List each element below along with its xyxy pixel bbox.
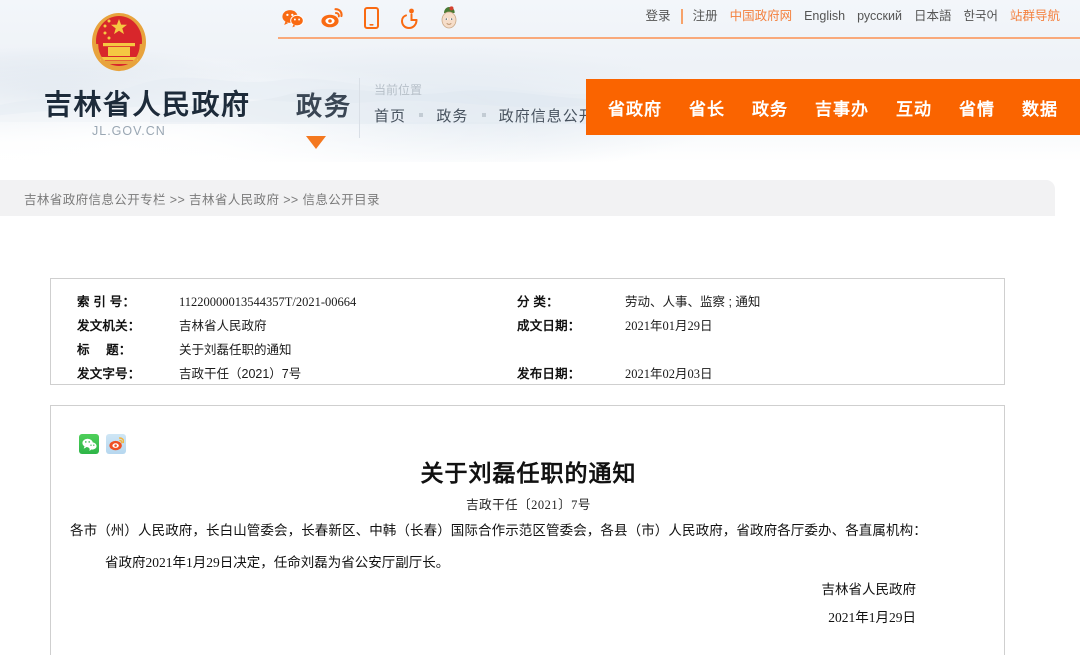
metadata-value-document-number: 吉政干任（2021）7号 — [179, 367, 302, 381]
chevron-down-icon[interactable] — [306, 136, 326, 149]
document-metadata-card: 索 引 号： 11220000013544357T/2021-00664 分 类… — [50, 278, 1005, 385]
share-buttons — [79, 434, 126, 454]
current-location: 当前位置 首页 政务 政府信息公开 — [374, 82, 595, 126]
utility-bar: 登录 注册 中国政府网 English русский 日本語 한국어 站群导航 — [0, 0, 1080, 39]
site-domain: JL.GOV.CN — [92, 124, 166, 138]
share-weibo-icon[interactable] — [106, 434, 126, 454]
header-vertical-divider — [359, 78, 360, 138]
document-body-card: 关于刘磊任职的通知 吉政干任〔2021〕7号 各市（州）人民政府，长白山管委会，… — [50, 405, 1005, 655]
china-gov-link[interactable]: 中国政府网 — [724, 7, 799, 25]
mobile-icon[interactable] — [360, 6, 382, 30]
metadata-value-title: 关于刘磊任职的通知 — [179, 343, 292, 357]
accessibility-icon[interactable] — [399, 6, 421, 30]
metadata-value-index: 11220000013544357T/2021-00664 — [179, 295, 357, 309]
document-signature: 吉林省人民政府 2021年1月29日 — [822, 576, 917, 632]
document-paragraph-body: 省政府2021年1月29日决定，任命刘磊为省公安厅副厅长。 — [105, 555, 450, 570]
signature-date: 2021年1月29日 — [828, 610, 916, 625]
metadata-value-empty — [625, 340, 977, 361]
login-link[interactable]: 登录 — [640, 7, 677, 25]
utility-links: 登录 注册 中国政府网 English русский 日本語 한국어 站群导航 — [640, 7, 1066, 25]
current-location-label: 当前位置 — [374, 83, 423, 97]
site-navigation-link[interactable]: 站群导航 — [1004, 7, 1066, 25]
nav-item-province-info[interactable]: 省情 — [959, 95, 995, 120]
document-paragraph-recipients: 各市（州）人民政府，长白山管委会，长春新区、中韩（长春）国际合作示范区管委会，各… — [70, 523, 927, 538]
breadcrumb-item-home[interactable]: 首页 — [374, 108, 406, 125]
metadata-key-written-date: 成文日期： — [517, 319, 581, 333]
metadata-key-publish-date: 发布日期： — [517, 367, 581, 381]
breadcrumb-separator-icon — [481, 113, 486, 118]
breadcrumb-item-disclosure[interactable]: 政府信息公开 — [499, 108, 595, 125]
nav-item-governor[interactable]: 省长 — [689, 95, 725, 120]
nav-item-data[interactable]: 数据 — [1022, 95, 1058, 120]
link-separator — [680, 8, 683, 24]
lang-english-link[interactable]: English — [798, 7, 851, 25]
share-wechat-icon[interactable] — [79, 434, 99, 454]
site-header: 登录 注册 中国政府网 English русский 日本語 한국어 站群导航… — [0, 0, 1080, 162]
signature-organization: 吉林省人民政府 — [821, 582, 917, 597]
metadata-key-empty — [517, 340, 625, 361]
nav-item-government-affairs[interactable]: 政务 — [752, 95, 788, 120]
main-navigation: 省政府 省长 政务 吉事办 互动 省情 数据 — [586, 79, 1080, 135]
breadcrumb-item-zhengwu[interactable]: 政务 — [436, 108, 468, 125]
metadata-key-category: 分 类： — [517, 295, 559, 309]
lang-russian-link[interactable]: русский — [851, 7, 908, 25]
site-title: 吉林省人民政府 — [44, 89, 251, 120]
national-emblem-icon — [92, 13, 146, 72]
section-title-zhengwu[interactable]: 政务 — [296, 86, 352, 123]
document-title: 关于刘磊任职的通知 — [420, 461, 637, 486]
metadata-key-title: 标 题： — [77, 343, 132, 357]
metadata-key-document-number: 发文字号： — [77, 367, 141, 381]
metadata-grid: 索 引 号： 11220000013544357T/2021-00664 分 类… — [77, 292, 977, 385]
disclosure-breadcrumb-bar: 吉林省政府信息公开专栏 >> 吉林省人民政府 >> 信息公开目录 — [0, 180, 1055, 216]
metadata-value-publish-date: 2021年02月03日 — [625, 367, 713, 381]
metadata-value-issuing-agency: 吉林省人民政府 — [179, 319, 267, 333]
nav-item-jishiban[interactable]: 吉事办 — [815, 95, 869, 120]
header-divider-line — [278, 37, 1080, 39]
weibo-icon[interactable] — [321, 6, 343, 30]
social-icon-group — [282, 4, 460, 32]
nav-item-interaction[interactable]: 互动 — [896, 95, 932, 120]
nav-item-provincial-government[interactable]: 省政府 — [608, 95, 662, 120]
breadcrumb-separator-icon — [419, 113, 424, 118]
elderly-mode-icon[interactable] — [438, 6, 460, 30]
metadata-value-written-date: 2021年01月29日 — [625, 319, 713, 333]
document-number: 吉政干任〔2021〕7号 — [466, 498, 591, 512]
metadata-value-category: 劳动、人事、监察 ; 通知 — [625, 295, 761, 309]
lang-japanese-link[interactable]: 日本語 — [908, 7, 958, 25]
wechat-icon[interactable] — [282, 6, 304, 30]
metadata-key-index: 索 引 号： — [77, 295, 136, 309]
disclosure-breadcrumb-text[interactable]: 吉林省政府信息公开专栏 >> 吉林省人民政府 >> 信息公开目录 — [24, 189, 380, 208]
register-link[interactable]: 注册 — [687, 7, 724, 25]
lang-korean-link[interactable]: 한국어 — [957, 7, 1004, 25]
breadcrumb: 首页 政务 政府信息公开 — [374, 105, 595, 126]
metadata-key-issuing-agency: 发文机关： — [77, 319, 141, 333]
